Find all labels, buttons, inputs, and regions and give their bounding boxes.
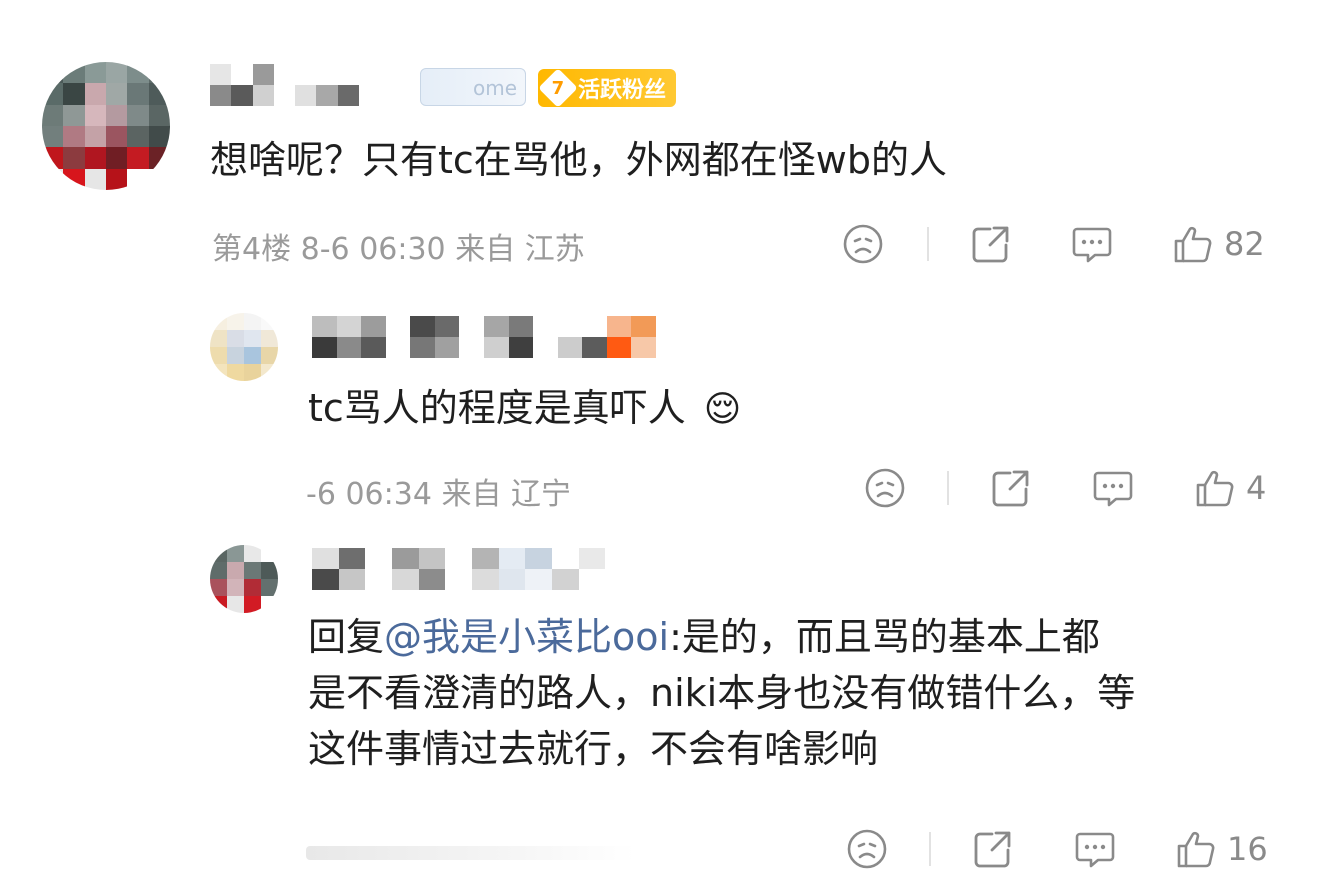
like-icon	[1196, 470, 1234, 507]
avatar[interactable]	[210, 313, 278, 381]
share-button[interactable]	[990, 467, 1032, 509]
reply-meta: -6 06:34 来自 辽宁	[306, 469, 571, 513]
comment-meta: 第4楼 8-6 06:30 来自 江苏	[212, 224, 585, 268]
username[interactable]	[312, 316, 656, 358]
dislike-icon	[865, 468, 905, 508]
emoji: 😌	[703, 389, 742, 430]
level-icon: 7	[538, 68, 578, 108]
like-count: 16	[1227, 830, 1268, 868]
like-button[interactable]: 16	[1175, 828, 1268, 870]
share-button[interactable]	[970, 223, 1012, 265]
fan-tag[interactable]: ome	[420, 68, 526, 106]
like-button[interactable]: 4	[1194, 467, 1266, 509]
reply-date: -6	[306, 477, 336, 512]
dislike-button[interactable]	[864, 467, 906, 509]
comment-text: 想啥呢？只有tc在骂他，外网都在怪wb的人	[210, 138, 947, 182]
comment-time: 06:30	[359, 232, 446, 267]
share-icon	[992, 470, 1029, 507]
dislike-button[interactable]	[842, 223, 884, 265]
dislike-icon	[847, 829, 887, 869]
divider	[929, 832, 931, 866]
reply-location: 来自 辽宁	[441, 477, 572, 512]
reply-text: tc骂人的程度是真吓人 😌	[308, 386, 742, 430]
comment-icon	[1093, 471, 1133, 507]
blurred-meta	[306, 846, 636, 860]
username[interactable]	[210, 64, 380, 106]
comment-icon	[1075, 832, 1115, 868]
share-icon	[974, 831, 1011, 868]
active-fan-badge[interactable]: 7 活跃粉丝	[538, 68, 677, 108]
floor-number: 第4楼	[212, 232, 292, 267]
share-icon	[972, 226, 1009, 263]
comment-location: 来自 江苏	[455, 232, 585, 267]
share-button[interactable]	[972, 828, 1014, 870]
like-icon	[1177, 831, 1215, 868]
badge-label: 活跃粉丝	[578, 78, 667, 103]
reply-button[interactable]	[1092, 467, 1134, 509]
reply-time: 06:34	[345, 477, 432, 512]
divider	[947, 471, 949, 505]
avatar[interactable]	[210, 545, 278, 613]
dislike-icon	[843, 224, 883, 264]
reply-button[interactable]	[1074, 828, 1116, 870]
like-count: 82	[1224, 225, 1265, 263]
reply-prefix: 回复	[308, 615, 385, 659]
like-icon	[1174, 226, 1212, 263]
like-button[interactable]: 82	[1172, 223, 1265, 265]
like-count: 4	[1246, 469, 1267, 507]
reply-button[interactable]	[1071, 223, 1113, 265]
avatar[interactable]	[42, 62, 170, 190]
divider	[927, 227, 929, 261]
comment-date: 8-6	[300, 232, 350, 267]
mention-link[interactable]: @我是小菜比ooi	[384, 615, 669, 659]
comment-icon	[1072, 227, 1112, 263]
reply-text: 回复@我是小菜比ooi:是的，而且骂的基本上都 是不看澄清的路人，niki本身也…	[308, 615, 1136, 771]
username[interactable]	[312, 548, 632, 590]
dislike-button[interactable]	[846, 828, 888, 870]
